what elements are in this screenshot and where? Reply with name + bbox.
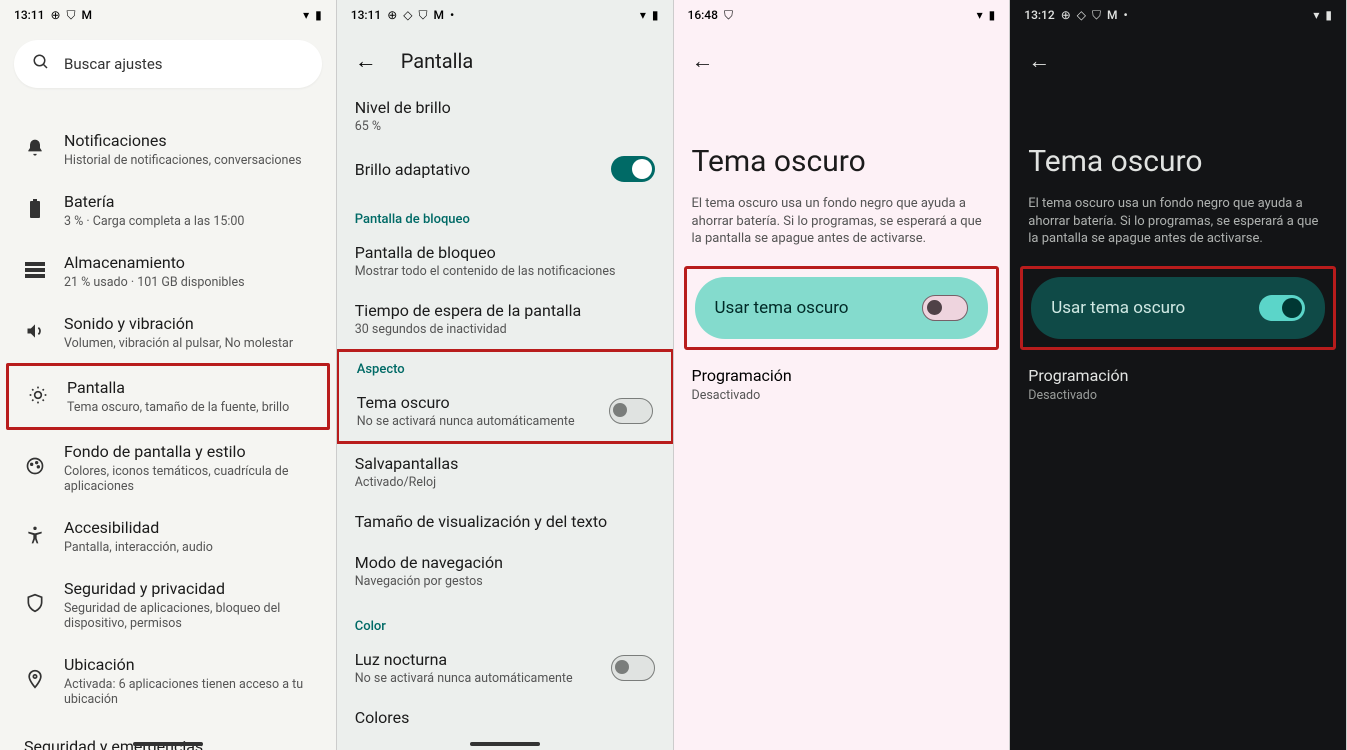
status-time: 13:12 — [1024, 8, 1054, 22]
list-item-wallpaper[interactable]: Fondo de pantalla y estilo Colores, icon… — [6, 430, 330, 506]
dark-theme-panel-light: 16:48 ⛉ ▾ ▮ ← Tema oscuro El tema oscuro… — [674, 0, 1011, 750]
night-light[interactable]: Luz nocturna No se activará nunca automá… — [337, 640, 673, 698]
page-title: Tema oscuro — [674, 84, 1010, 191]
night-light-toggle[interactable] — [611, 655, 655, 681]
battery-icon — [24, 199, 46, 223]
brightness-icon — [27, 385, 49, 409]
wifi-icon: ▾ — [640, 8, 646, 22]
shield-icon: ⛉ — [1092, 8, 1101, 23]
dark-theme[interactable]: Tema oscuro No se activará nunca automát… — [339, 383, 671, 441]
wifi-icon: ▾ — [303, 8, 309, 22]
status-bar: 13:11 ⊕ ⛉ M ▾ ▮ — [0, 0, 336, 30]
list-item-storage[interactable]: Almacenamiento 21 % usado · 101 GB dispo… — [6, 241, 330, 302]
list-item-truncated[interactable] — [6, 96, 330, 119]
toggle-highlight: Usar tema oscuro — [684, 266, 1000, 350]
dark-theme-toggle[interactable] — [609, 398, 653, 424]
shield-icon: ⛉ — [724, 8, 733, 23]
icon: ◇ — [403, 8, 412, 22]
lockscreen[interactable]: Pantalla de bloqueo Mostrar todo el cont… — [337, 233, 673, 291]
settings-main-panel: 13:11 ⊕ ⛉ M ▾ ▮ Buscar ajustes Notificac… — [0, 0, 337, 750]
list-item-accessibility[interactable]: Accesibilidad Pantalla, interacción, aud… — [6, 506, 330, 567]
list-item-security[interactable]: Seguridad y privacidad Seguridad de apli… — [6, 567, 330, 643]
icon: ⊕ — [387, 8, 397, 22]
colors[interactable]: Colores — [337, 698, 673, 739]
list-item-display[interactable]: Pantalla Tema oscuro, tamaño de la fuent… — [6, 363, 330, 430]
battery-icon: ▮ — [652, 8, 659, 22]
adaptive-brightness[interactable]: Brillo adaptativo — [337, 146, 673, 194]
search-icon — [32, 53, 50, 75]
wifi-icon: ▾ — [1313, 8, 1319, 22]
list-item-sound[interactable]: Sonido y vibración Volumen, vibración al… — [6, 302, 330, 363]
status-bar: 16:48 ⛉ ▾ ▮ — [674, 0, 1010, 30]
list-item-location[interactable]: Ubicación Activada: 6 aplicaciones tiene… — [6, 643, 330, 719]
screensaver[interactable]: Salvapantallas Activado/Reloj — [337, 444, 673, 502]
shield-icon — [24, 593, 46, 617]
back-button[interactable]: ← — [355, 48, 377, 74]
battery-icon: ▮ — [1325, 8, 1332, 22]
list-item-notifications[interactable]: Notificaciones Historial de notificacion… — [6, 119, 330, 180]
nav-handle[interactable] — [133, 742, 203, 746]
palette-icon — [24, 456, 46, 480]
screen-timeout[interactable]: Tiempo de espera de la pantalla 30 segun… — [337, 291, 673, 349]
mail-icon: M — [1107, 8, 1118, 22]
battery-icon: ▮ — [315, 8, 322, 22]
status-time: 13:11 — [14, 8, 44, 22]
icon: ⊕ — [1061, 8, 1071, 22]
use-dark-theme-toggle[interactable]: Usar tema oscuro — [695, 277, 989, 339]
settings-list: Notificaciones Historial de notificacion… — [0, 96, 336, 750]
back-button[interactable]: ← — [1028, 49, 1050, 74]
brightness-level[interactable]: Nivel de brillo 65 % — [337, 88, 673, 146]
shield-icon: ⛉ — [419, 8, 428, 23]
section-lockscreen: Pantalla de bloqueo — [337, 194, 673, 233]
page-description: El tema oscuro usa un fondo negro que ay… — [674, 191, 1010, 266]
mail-icon: M — [434, 8, 445, 22]
bell-icon — [24, 138, 46, 162]
status-time: 13:11 — [351, 8, 381, 22]
search-placeholder: Buscar ajustes — [64, 55, 163, 73]
status-bar: 13:12 ⊕ ◇ ⛉ M • ▾ ▮ — [1010, 0, 1346, 30]
storage-icon — [24, 262, 46, 282]
accessibility-icon — [24, 525, 46, 549]
switch-off[interactable] — [922, 295, 968, 321]
dot-icon: • — [1124, 8, 1128, 22]
mail-icon: M — [82, 8, 93, 22]
wifi-icon: ▾ — [977, 8, 983, 22]
status-time: 16:48 — [688, 8, 718, 22]
navigation-mode[interactable]: Modo de navegación Navegación por gestos — [337, 543, 673, 601]
display-size[interactable]: Tamaño de visualización y del texto — [337, 502, 673, 543]
toggle-highlight: Usar tema oscuro — [1020, 266, 1336, 350]
back-button[interactable]: ← — [692, 49, 714, 74]
speaker-icon — [24, 321, 46, 345]
page-description: El tema oscuro usa un fondo negro que ay… — [1010, 191, 1346, 266]
use-dark-theme-toggle[interactable]: Usar tema oscuro — [1031, 277, 1325, 339]
icon: ◇ — [1077, 8, 1086, 22]
status-bar: 13:11 ⊕ ◇ ⛉ M • ▾ ▮ — [337, 0, 673, 30]
page-title: Tema oscuro — [1010, 84, 1346, 191]
alarm-icon: ⊕ — [50, 8, 60, 22]
adaptive-toggle[interactable] — [611, 156, 655, 182]
toggle-label: Usar tema oscuro — [715, 298, 849, 318]
shield-icon: ⛉ — [67, 8, 76, 23]
aspect-highlight: Aspecto Tema oscuro No se activará nunca… — [337, 349, 674, 444]
section-color: Color — [337, 601, 673, 640]
battery-icon: ▮ — [989, 8, 996, 22]
nav-handle[interactable] — [470, 742, 540, 746]
schedule[interactable]: Programación Desactivado — [674, 350, 1010, 419]
section-aspect: Aspecto — [339, 352, 671, 383]
page-title: Pantalla — [401, 49, 473, 73]
list-item-battery[interactable]: Batería 3 % · Carga completa a las 15:00 — [6, 180, 330, 241]
header: ← Pantalla — [337, 30, 673, 84]
schedule[interactable]: Programación Desactivado — [1010, 350, 1346, 419]
location-icon — [24, 669, 46, 693]
search-settings[interactable]: Buscar ajustes — [14, 40, 322, 88]
dark-theme-panel-dark: 13:12 ⊕ ◇ ⛉ M • ▾ ▮ ← Tema oscuro El tem… — [1010, 0, 1347, 750]
toggle-label: Usar tema oscuro — [1051, 298, 1185, 318]
dot-icon: • — [450, 8, 454, 22]
display-settings-panel: 13:11 ⊕ ◇ ⛉ M • ▾ ▮ ← Pantalla Nivel de … — [337, 0, 674, 750]
switch-on[interactable] — [1259, 295, 1305, 321]
